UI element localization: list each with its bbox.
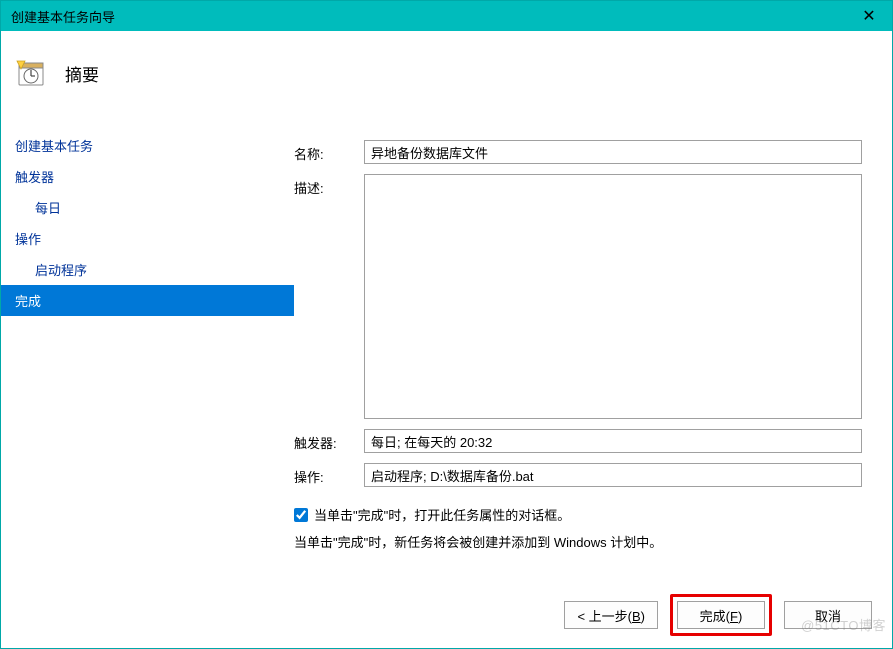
finish-button-highlight: 完成(F) bbox=[670, 594, 772, 636]
input-action bbox=[364, 463, 862, 487]
body-area: 创建基本任务 触发器 每日 操作 启动程序 完成 名称: 描述: 触发器: 操作… bbox=[1, 116, 892, 648]
info-text: 当单击"完成"时，新任务将会被创建并添加到 Windows 计划中。 bbox=[294, 532, 862, 551]
wizard-icon bbox=[15, 57, 47, 89]
row-description: 描述: bbox=[294, 174, 862, 419]
wizard-steps-sidebar: 创建基本任务 触发器 每日 操作 启动程序 完成 bbox=[1, 116, 294, 648]
step-daily[interactable]: 每日 bbox=[1, 192, 294, 223]
label-action: 操作: bbox=[294, 463, 364, 486]
row-name: 名称: bbox=[294, 140, 862, 164]
checkbox-open-properties-label: 当单击"完成"时，打开此任务属性的对话框。 bbox=[314, 505, 570, 524]
wizard-window: 创建基本任务向导 ✕ 摘要 创建基本任务 触发器 每日 操作 启动程序 完成 bbox=[0, 0, 893, 649]
window-title: 创建基本任务向导 bbox=[11, 7, 115, 26]
label-name: 名称: bbox=[294, 140, 364, 163]
button-bar: < 上一步(B) 完成(F) 取消 bbox=[564, 594, 872, 636]
row-trigger: 触发器: bbox=[294, 429, 862, 453]
step-finish[interactable]: 完成 bbox=[1, 285, 294, 316]
back-button[interactable]: < 上一步(B) bbox=[564, 601, 658, 629]
input-description[interactable] bbox=[364, 174, 862, 419]
row-open-properties: 当单击"完成"时，打开此任务属性的对话框。 bbox=[294, 505, 862, 524]
titlebar: 创建基本任务向导 ✕ bbox=[1, 1, 892, 31]
finish-button[interactable]: 完成(F) bbox=[677, 601, 765, 629]
label-trigger: 触发器: bbox=[294, 429, 364, 452]
close-icon: ✕ bbox=[862, 6, 875, 26]
step-action[interactable]: 操作 bbox=[1, 223, 294, 254]
header-area: 摘要 bbox=[1, 31, 892, 116]
input-trigger bbox=[364, 429, 862, 453]
content-panel: 名称: 描述: 触发器: 操作: 当单击"完成"时，打开此任务属性的对话框。 当… bbox=[294, 116, 892, 648]
input-name[interactable] bbox=[364, 140, 862, 164]
close-button[interactable]: ✕ bbox=[846, 1, 892, 31]
cancel-button[interactable]: 取消 bbox=[784, 601, 872, 629]
step-create-basic-task[interactable]: 创建基本任务 bbox=[1, 130, 294, 161]
page-heading: 摘要 bbox=[65, 61, 99, 86]
checkbox-open-properties[interactable] bbox=[294, 508, 308, 522]
step-start-program[interactable]: 启动程序 bbox=[1, 254, 294, 285]
row-action: 操作: bbox=[294, 463, 862, 487]
label-description: 描述: bbox=[294, 174, 364, 197]
step-trigger[interactable]: 触发器 bbox=[1, 161, 294, 192]
